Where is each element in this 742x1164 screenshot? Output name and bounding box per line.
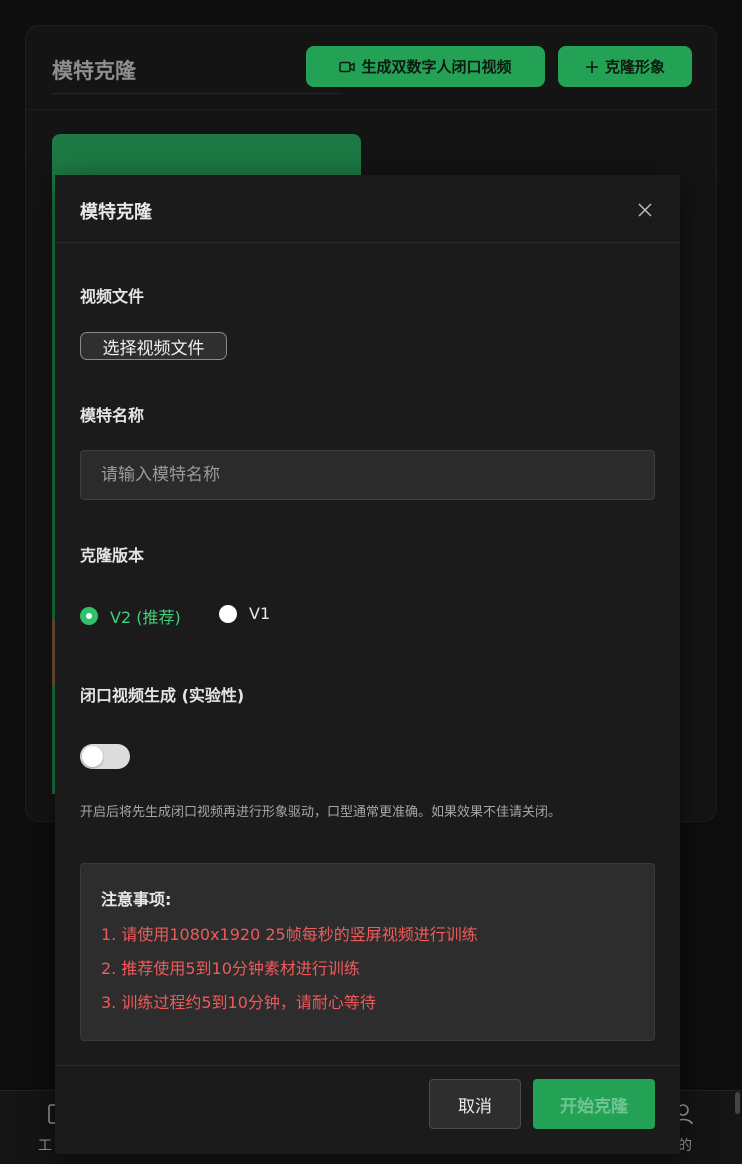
dialog-header: 模特克隆 (55, 175, 680, 243)
clone-button-label: 克隆形象 (604, 58, 665, 76)
dialog-footer: 取消 开始克隆 (55, 1065, 680, 1154)
nav-right-label[interactable]: 的 (678, 1135, 692, 1155)
close-icon (638, 202, 652, 221)
radio-unchecked-icon (219, 604, 237, 623)
model-name-input[interactable] (80, 450, 655, 500)
notice-item: 1. 请使用1080x1920 25帧每秒的竖屏视频进行训练 (101, 925, 478, 944)
generate-closed-mouth-video-button[interactable]: 生成双数字人闭口视频 (306, 46, 545, 87)
background-page-title: 模特克隆 (52, 55, 342, 94)
cancel-button[interactable]: 取消 (429, 1079, 521, 1129)
notice-item: 3. 训练过程约5到10分钟，请耐心等待 (101, 993, 376, 1012)
model-thumbnail (52, 134, 361, 178)
radio-version-v2[interactable]: V2 (推荐) (80, 604, 181, 628)
choose-video-file-button[interactable]: 选择视频文件 (80, 332, 227, 360)
notice-title: 注意事项: (101, 890, 172, 909)
closed-mouth-label: 闭口视频生成 (实验性) (80, 686, 245, 705)
toggle-knob (82, 746, 103, 767)
video-camera-icon (339, 60, 356, 74)
scrollbar[interactable] (735, 1092, 740, 1114)
radio-version-v1[interactable]: V1 (219, 604, 270, 623)
closed-mouth-hint: 开启后将先生成闭口视频再进行形象驱动，口型通常更准确。如果效果不佳请关闭。 (80, 805, 562, 820)
radio-checked-icon (80, 607, 98, 625)
start-clone-button[interactable]: 开始克隆 (533, 1079, 655, 1129)
dialog-title: 模特克隆 (80, 202, 152, 223)
closed-mouth-toggle[interactable] (80, 744, 130, 769)
radio-v2-label: V2 (推荐) (110, 608, 181, 627)
radio-v1-label: V1 (249, 604, 271, 623)
notice-box: 注意事项: 1. 请使用1080x1920 25帧每秒的竖屏视频进行训练 2. … (80, 863, 655, 1041)
clone-version-label: 克隆版本 (80, 546, 145, 565)
clone-avatar-button[interactable]: 克隆形象 (558, 46, 692, 87)
plus-icon (585, 60, 599, 74)
model-clone-dialog: 模特克隆 视频文件 选择视频文件 模特名称 克隆版本 V2 (推荐) V1 闭口… (55, 175, 680, 1154)
nav-left-label[interactable]: 工 (38, 1135, 52, 1155)
notice-item: 2. 推荐使用5到10分钟素材进行训练 (101, 959, 360, 978)
background-header: 模特克隆 生成双数字人闭口视频 克隆形象 (26, 26, 716, 110)
close-button[interactable] (633, 199, 657, 223)
model-name-label: 模特名称 (80, 406, 145, 425)
video-file-label: 视频文件 (80, 287, 145, 306)
generate-button-label: 生成双数字人闭口视频 (361, 58, 512, 76)
